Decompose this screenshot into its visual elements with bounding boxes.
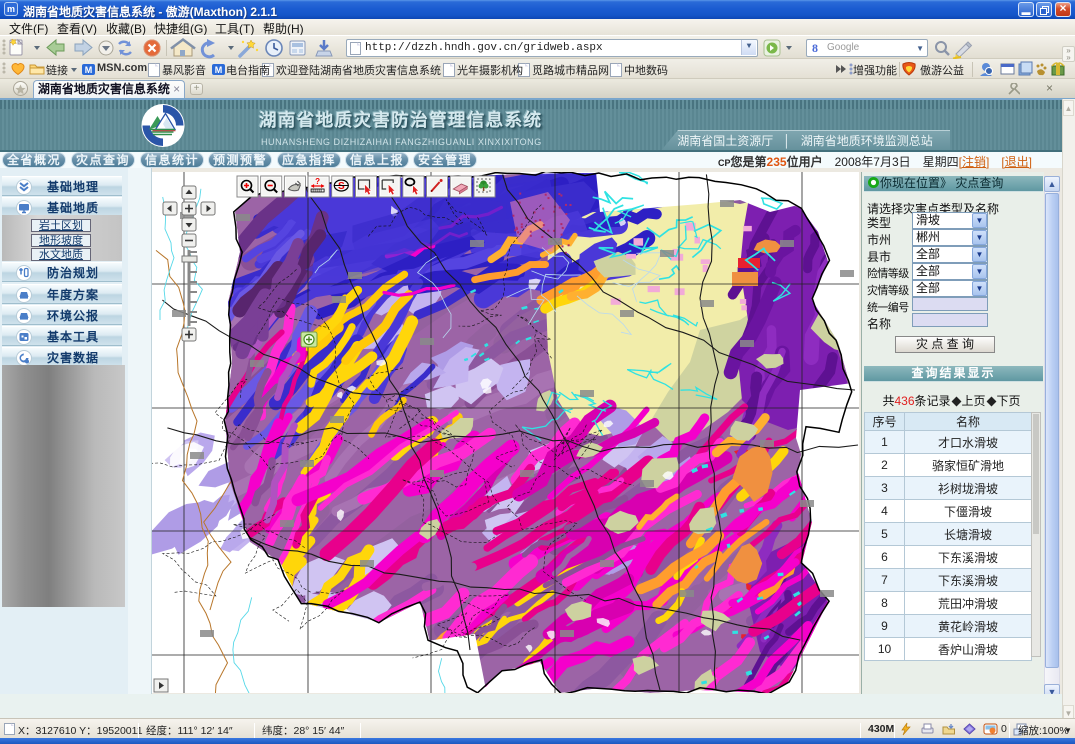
svg-text:M: M — [215, 65, 223, 75]
svg-text:?: ? — [315, 177, 320, 186]
svg-text:S: S — [338, 181, 345, 192]
svg-text:M: M — [85, 65, 93, 75]
